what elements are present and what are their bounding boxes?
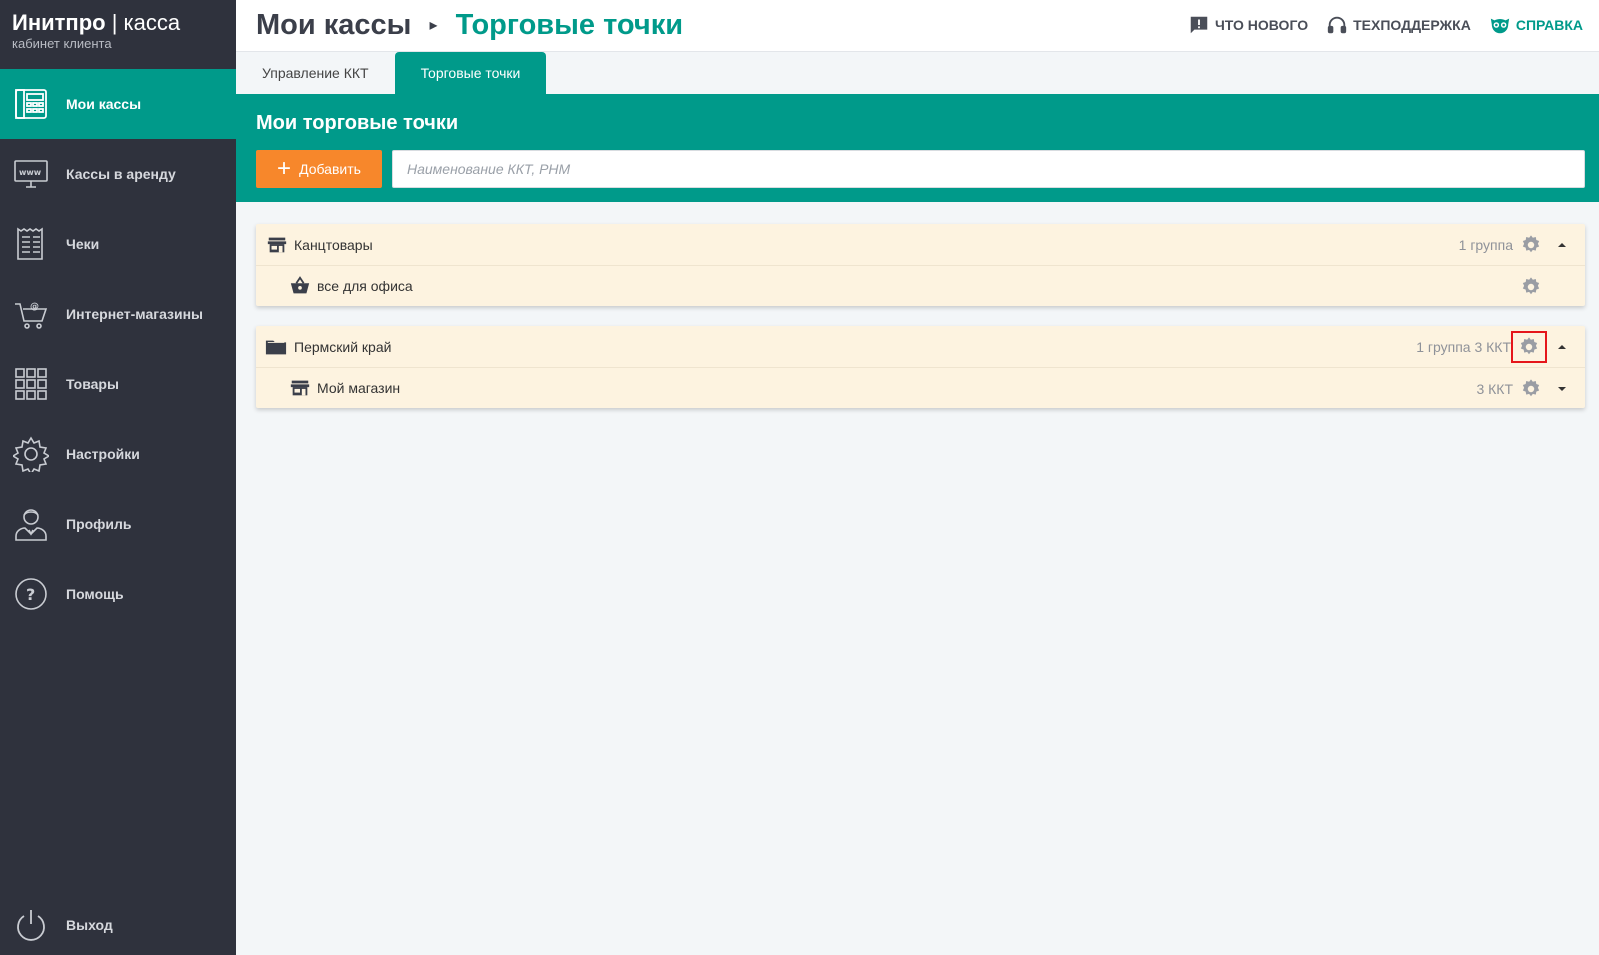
sidebar-item-label: Чеки (66, 236, 100, 252)
page-title: Мои торговые точки (256, 112, 459, 134)
sidebar-item-label: Мои кассы (66, 96, 142, 112)
logout-area: Выход (0, 895, 236, 955)
brand-subtitle: кабинет клиента (12, 36, 112, 51)
gear-icon[interactable] (1519, 377, 1543, 401)
sidebar-item-online-stores[interactable]: @ Интернет-магазины (0, 279, 236, 349)
basket-icon (289, 275, 311, 297)
caret-down-icon (1558, 386, 1566, 391)
whats-new-link[interactable]: Что нового (1188, 14, 1308, 36)
search-input[interactable] (392, 150, 1585, 188)
sidebar-item-goods[interactable]: Товары (0, 349, 236, 419)
user-icon (12, 505, 50, 543)
subgroup-row[interactable]: все для офиса (256, 265, 1585, 306)
store-icon (266, 234, 288, 256)
toolbar-band: Мои торговые точки + Добавить (236, 94, 1599, 202)
group-meta: 1 группа 3 ККТ (1416, 338, 1511, 355)
receipt-icon (12, 225, 50, 263)
subgroup-name: все для офиса (317, 278, 413, 294)
headset-icon (1327, 16, 1347, 34)
gear-icon[interactable] (1519, 233, 1543, 257)
breadcrumb-current: Торговые точки (455, 9, 684, 41)
gear-icon (12, 435, 50, 473)
sidebar-item-receipts[interactable]: Чеки (0, 209, 236, 279)
grid-icon (12, 365, 50, 403)
support-link[interactable]: Техподдержка (1326, 14, 1471, 36)
gear-icon[interactable] (1511, 330, 1547, 363)
subgroup-name: Мой магазин (317, 380, 401, 396)
expand-toggle[interactable] (1549, 377, 1575, 401)
group-name: Пермский край (294, 338, 392, 355)
tab-trade-points[interactable]: Торговые точки (394, 52, 547, 94)
group-row[interactable]: Пермский край 1 группа 3 ККТ (256, 326, 1585, 367)
sidebar-item-label: Интернет-магазины (66, 306, 204, 322)
sidebar-item-my-registers[interactable]: Мои кассы (0, 69, 236, 139)
breadcrumb: Мои кассы ▸ Торговые точки (256, 6, 683, 45)
group-row[interactable]: Канцтовары 1 группа (256, 224, 1585, 265)
plus-icon: + (277, 155, 292, 182)
svg-text:www: www (19, 168, 42, 177)
sidebar-item-help[interactable]: ? Помощь (0, 559, 236, 629)
caret-up-icon (1558, 242, 1566, 247)
support-label: Техподдержка (1353, 17, 1471, 33)
sidebar-item-label: Помощь (66, 586, 124, 602)
gear-icon[interactable] (1519, 275, 1543, 299)
sidebar-item-label: Настройки (66, 446, 140, 462)
svg-text:?: ? (26, 585, 35, 604)
cash-register-icon (12, 85, 50, 123)
collapse-toggle[interactable] (1549, 233, 1575, 257)
breadcrumb-root[interactable]: Мои кассы (256, 9, 411, 41)
collapse-toggle[interactable] (1549, 335, 1575, 359)
sidebar-item-rent[interactable]: www Кассы в аренду (0, 139, 236, 209)
sidebar-item-label: Товары (66, 376, 119, 392)
announcement-icon (1190, 16, 1208, 34)
add-button-label: Добавить (299, 161, 361, 177)
svg-text:@: @ (30, 302, 39, 312)
help-label: Справка (1515, 17, 1583, 33)
online-cart-icon: @ (12, 295, 50, 333)
owl-icon (1490, 18, 1510, 34)
group-card: Канцтовары 1 группа все для офиса (256, 224, 1585, 306)
header-links: Что нового Техподдержка Справка (1188, 14, 1583, 36)
breadcrumb-chevron-icon: ▸ (429, 17, 438, 35)
subgroup-row[interactable]: Мой магазин 3 ККТ (256, 367, 1585, 408)
group-card: Пермский край 1 группа 3 ККТ Мой магазин… (256, 326, 1585, 408)
brand[interactable]: Инитпро | касса кабинет клиента (0, 0, 236, 58)
power-icon (12, 906, 50, 944)
sidebar-item-settings[interactable]: Настройки (0, 419, 236, 489)
group-name: Канцтовары (294, 236, 373, 253)
sidebar-item-profile[interactable]: Профиль (0, 489, 236, 559)
sidebar-nav: Мои кассы www Кассы в аренду Чеки @ Инте… (0, 69, 236, 629)
whats-new-label: Что нового (1214, 17, 1309, 33)
group-meta: 1 группа (1458, 236, 1513, 253)
store-icon (289, 377, 311, 399)
folder-icon (264, 336, 288, 358)
add-button[interactable]: + Добавить (256, 150, 382, 188)
header: Мои кассы ▸ Торговые точки Что нового Те… (236, 0, 1599, 52)
tabs: Управление ККТ Торговые точки (236, 52, 547, 94)
sidebar-item-label: Кассы в аренду (66, 166, 176, 182)
logout-button[interactable]: Выход (0, 895, 236, 955)
help-link[interactable]: Справка (1489, 14, 1583, 36)
brand-title: Инитпро | касса (12, 10, 181, 35)
tab-kkt-management[interactable]: Управление ККТ (236, 52, 395, 94)
caret-up-icon (1558, 344, 1566, 349)
sidebar-item-label: Профиль (66, 516, 132, 532)
help-icon: ? (12, 575, 50, 613)
www-monitor-icon: www (12, 155, 50, 193)
subgroup-meta: 3 ККТ (1476, 380, 1513, 397)
logout-label: Выход (66, 917, 113, 933)
sidebar: Инитпро | касса кабинет клиента Мои касс… (0, 0, 236, 955)
